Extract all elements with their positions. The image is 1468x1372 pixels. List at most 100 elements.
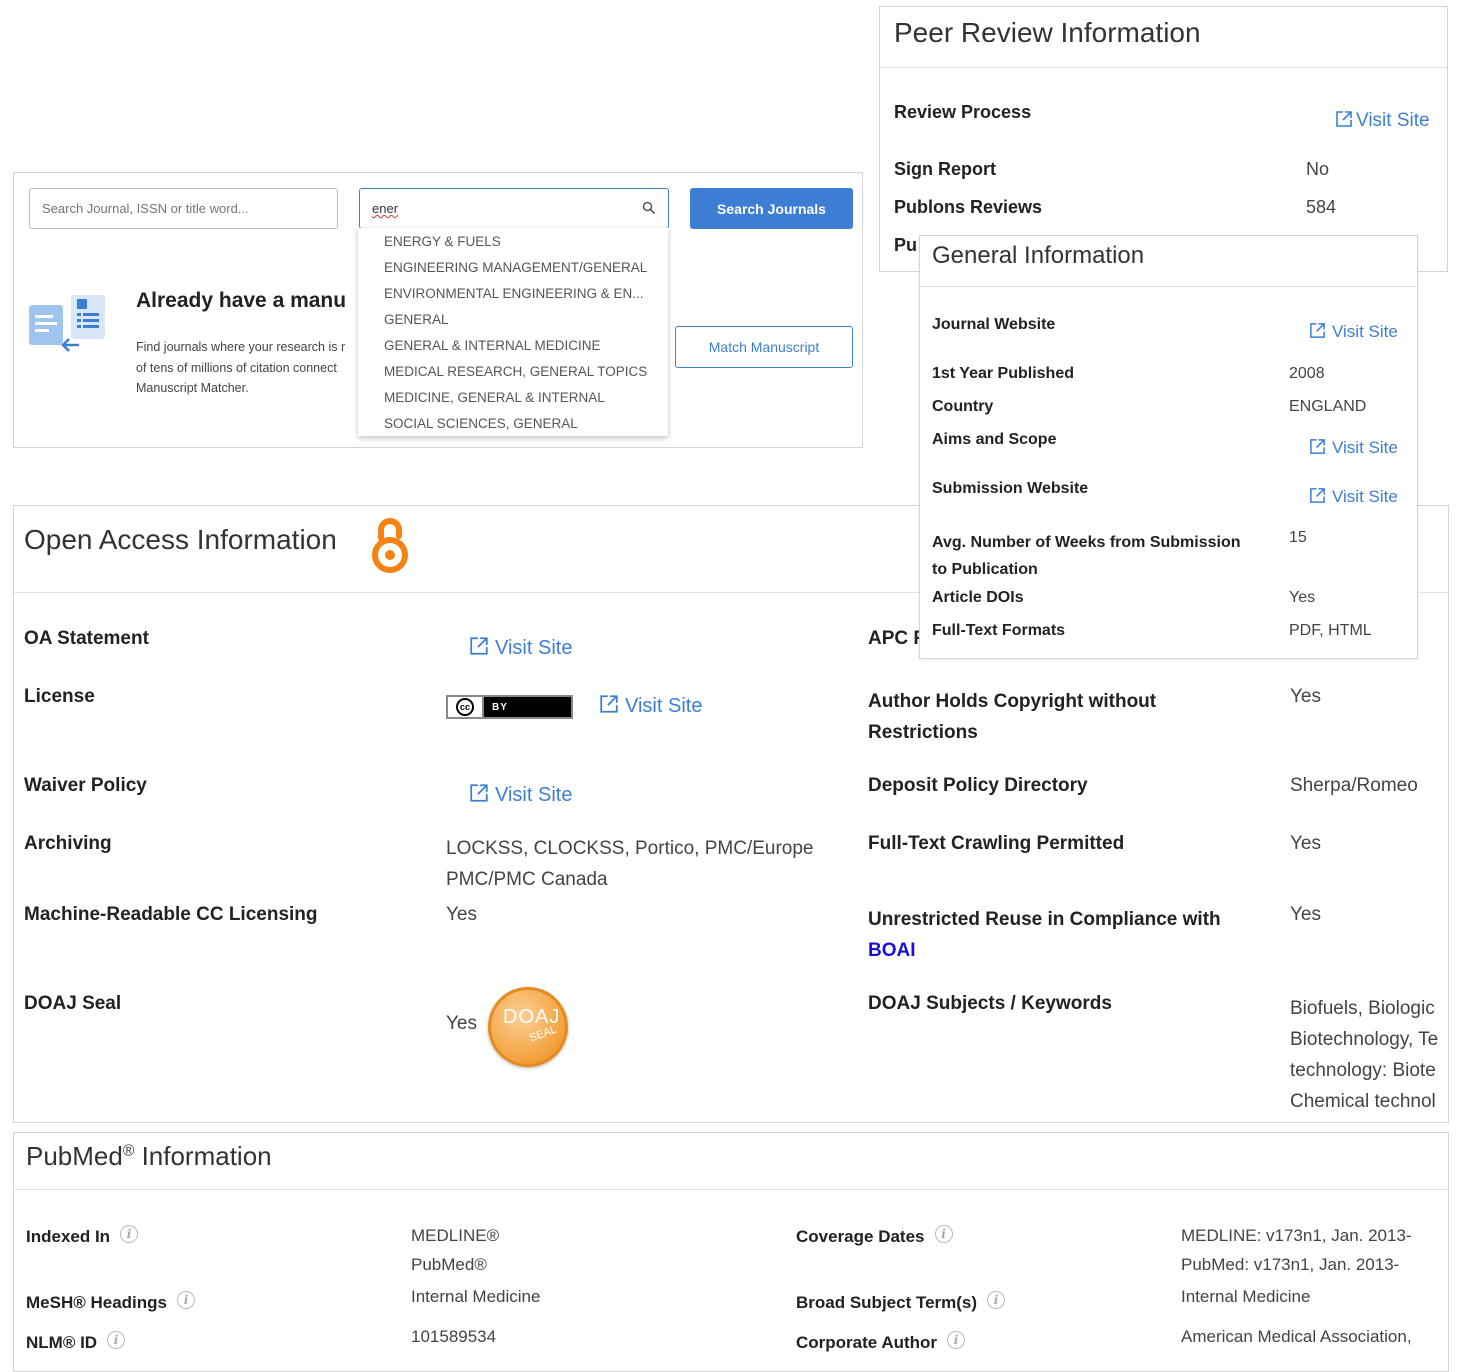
dropdown-option[interactable]: SOCIAL SCIENCES, GENERAL [358, 413, 668, 439]
publons-reviews-value: 584 [1306, 197, 1337, 217]
dropdown-option[interactable]: MEDICINE, GENERAL & INTERNAL [358, 387, 668, 413]
nlm-id-label: NLM® ID i [26, 1331, 126, 1353]
journal-website-visit-site[interactable]: Visit Site [1309, 322, 1398, 342]
machine-readable-value: Yes [446, 904, 477, 925]
first-year-value: 2008 [1289, 365, 1325, 382]
deposit-policy-value: Sherpa/Romeo [1290, 775, 1418, 796]
peer-review-card: Peer Review Information Review Process V… [879, 6, 1448, 272]
search-icon[interactable] [642, 201, 656, 220]
author-copyright-value: Yes [1290, 686, 1321, 707]
nlm-id-value: 101589534 [411, 1327, 497, 1346]
broad-subject-value: Internal Medicine [1181, 1287, 1311, 1306]
waiver-policy-visit-site[interactable]: Visit Site [469, 783, 572, 807]
search-journals-button[interactable]: Search Journals [690, 188, 853, 229]
apc-label: APC F [868, 628, 925, 649]
external-link-icon [1309, 487, 1326, 504]
journal-search-input[interactable] [29, 188, 338, 229]
dropdown-option[interactable]: ENERGY & FUELS [358, 231, 668, 257]
pubmed-card: PubMed® Information Indexed In i MEDLINE®… [13, 1132, 1449, 1372]
general-info-title: General Information [932, 242, 1145, 269]
journal-website-label: Journal Website [932, 316, 1056, 333]
external-link-icon [469, 636, 489, 656]
full-text-formats-label: Full-Text Formats [932, 622, 1066, 639]
aims-scope-label: Aims and Scope [932, 431, 1057, 448]
author-copyright-label: Author Holds Copyright without Restricti… [868, 691, 1157, 743]
submission-website-label: Submission Website [932, 480, 1089, 497]
info-icon[interactable]: i [177, 1291, 195, 1309]
review-process-visit-site[interactable]: Visit Site [1335, 110, 1430, 132]
license-visit-site[interactable]: Visit Site [599, 694, 702, 718]
info-icon[interactable]: i [107, 1331, 126, 1349]
sign-report-value: No [1306, 159, 1330, 179]
unrestricted-reuse-label: Unrestricted Reuse in Compliance with BO… [868, 904, 1221, 966]
indexed-in-label: Indexed In i [26, 1225, 139, 1247]
info-icon[interactable]: i [120, 1225, 139, 1243]
doaj-seal-value: Yes [446, 1013, 477, 1034]
sign-report-label: Sign Report [894, 159, 996, 179]
open-access-title: Open Access Information [24, 524, 337, 555]
full-text-formats-value: PDF, HTML [1289, 622, 1372, 639]
oa-statement-visit-site[interactable]: Visit Site [469, 636, 572, 660]
category-search-value: ener [372, 201, 399, 216]
full-text-crawling-value: Yes [1290, 833, 1321, 854]
external-link-icon [1309, 322, 1326, 339]
deposit-policy-label: Deposit Policy Directory [868, 775, 1088, 796]
doaj-subjects-value: Biofuels, Biologic Biotechnology, Te tec… [1290, 998, 1439, 1112]
coverage-dates-label: Coverage Dates i [796, 1225, 953, 1247]
dropdown-option[interactable]: ENVIRONMENTAL ENGINEERING & EN... [358, 283, 668, 309]
archiving-value: LOCKSS, CLOCKSS, Portico, PMC/Europe PMC… [446, 838, 814, 890]
submission-website-visit-site[interactable]: Visit Site [1309, 487, 1398, 507]
external-link-icon [599, 694, 619, 714]
pubmed-title: PubMed® Information [26, 1141, 272, 1171]
external-link-icon [1335, 110, 1353, 128]
truncated-label: Pu [894, 235, 918, 255]
avg-weeks-label: Avg. Number of Weeks from Submission to … [932, 534, 1241, 578]
corporate-author-label: Corporate Author i [796, 1331, 966, 1353]
article-dois-value: Yes [1289, 589, 1316, 606]
match-manuscript-button[interactable]: Match Manuscript [675, 326, 853, 368]
general-info-card: General Information Journal Website Visi… [919, 235, 1418, 659]
doaj-subjects-label: DOAJ Subjects / Keywords [868, 993, 1112, 1014]
cc-by-label: BY [492, 701, 508, 713]
unrestricted-reuse-value: Yes [1290, 904, 1321, 925]
oa-statement-label: OA Statement [24, 628, 149, 649]
waiver-policy-label: Waiver Policy [24, 775, 147, 796]
cc-icon: cc [456, 698, 474, 716]
mesh-headings-label: MeSH® Headings i [26, 1291, 195, 1313]
aims-scope-visit-site[interactable]: Visit Site [1309, 438, 1398, 458]
archiving-label: Archiving [24, 833, 112, 854]
dropdown-option[interactable]: GENERAL [358, 309, 668, 335]
open-access-lock-icon [371, 516, 409, 579]
info-icon[interactable]: i [987, 1291, 1006, 1309]
avg-weeks-value: 15 [1289, 529, 1307, 546]
doaj-seal-icon: DOAJ SEAL [488, 987, 568, 1067]
category-search-input[interactable]: ener [359, 188, 669, 229]
dropdown-option[interactable]: GENERAL & INTERNAL MEDICINE [358, 335, 668, 361]
external-link-icon [469, 783, 489, 803]
corporate-author-value: American Medical Association, [1181, 1327, 1412, 1346]
country-value: ENGLAND [1289, 398, 1367, 415]
license-label: License [24, 686, 95, 707]
article-dois-label: Article DOIs [932, 589, 1024, 606]
country-label: Country [932, 398, 994, 415]
dropdown-option[interactable]: ENGINEERING MANAGEMENT/GENERAL [358, 257, 668, 283]
external-link-icon [1309, 438, 1326, 455]
manuscript-icon [27, 291, 107, 360]
machine-readable-label: Machine-Readable CC Licensing [24, 904, 318, 925]
info-icon[interactable]: i [934, 1225, 953, 1243]
peer-review-title: Peer Review Information [894, 17, 1201, 48]
indexed-in-value: MEDLINE® PubMed® [411, 1226, 500, 1274]
first-year-label: 1st Year Published [932, 365, 1074, 382]
broad-subject-label: Broad Subject Term(s) i [796, 1291, 1006, 1313]
mesh-headings-value: Internal Medicine [411, 1287, 541, 1306]
publons-reviews-label: Publons Reviews [894, 197, 1043, 217]
manuscript-description: Find journals where your research is r o… [136, 340, 346, 395]
review-process-label: Review Process [894, 102, 1032, 122]
manuscript-heading: Already have a manu [136, 289, 347, 312]
boai-link[interactable]: BOAI [868, 935, 1221, 966]
coverage-dates-value: MEDLINE: v173n1, Jan. 2013- PubMed: v173… [1181, 1226, 1412, 1274]
cc-by-badge[interactable]: cc BY [446, 695, 573, 719]
dropdown-option[interactable]: MEDICAL RESEARCH, GENERAL TOPICS [358, 361, 668, 387]
info-icon[interactable]: i [947, 1331, 966, 1349]
doaj-seal-label: DOAJ Seal [24, 993, 122, 1014]
